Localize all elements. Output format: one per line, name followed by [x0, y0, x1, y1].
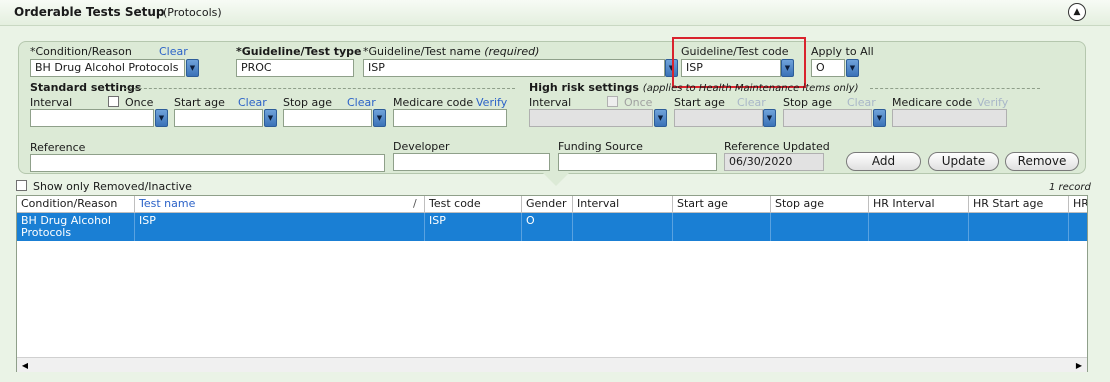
std-start-age-label: Start age [174, 96, 225, 109]
condition-label: *Condition/Reason [30, 45, 132, 58]
std-once-label: Once [125, 96, 154, 109]
test-name-input[interactable]: ISP [363, 59, 665, 77]
horizontal-scrollbar[interactable]: ◀ ▶ [17, 357, 1087, 372]
condition-clear-link[interactable]: Clear [159, 45, 188, 58]
std-stop-age-label: Stop age [283, 96, 332, 109]
col-header-hr-interval[interactable]: HR Interval [869, 196, 969, 213]
test-name-label: *Guideline/Test name (required) [363, 45, 540, 58]
std-stop-age-select[interactable] [283, 109, 372, 127]
hr-stop-age-select[interactable] [783, 109, 872, 127]
hr-start-age-select[interactable] [674, 109, 763, 127]
col-header-interval[interactable]: Interval [573, 196, 673, 213]
col-header-stop-age[interactable]: Stop age [771, 196, 869, 213]
chevron-down-icon[interactable]: ▼ [781, 59, 794, 77]
std-medicare-input[interactable] [393, 109, 507, 127]
col-header-hr-start-age[interactable]: HR Start age [969, 196, 1069, 213]
chevron-down-icon[interactable]: ▼ [654, 109, 667, 127]
ref-updated-field: 06/30/2020 [724, 153, 824, 171]
hr-medicare-label: Medicare code [892, 96, 973, 109]
remove-button[interactable]: Remove [1005, 152, 1079, 171]
show-removed-label: Show only Removed/Inactive [33, 180, 192, 193]
cell-test-name: ISP [135, 213, 425, 241]
high-risk-note: (applies to Health Maintenance items onl… [642, 83, 859, 94]
record-count: 1 record [1049, 182, 1091, 193]
cell-interval [573, 213, 673, 241]
condition-select[interactable]: BH Drug Alcohol Protocols [30, 59, 185, 77]
arrow-left-icon[interactable]: ◀ [18, 359, 32, 372]
chevron-down-icon[interactable]: ▼ [155, 109, 168, 127]
apply-all-select[interactable]: O [811, 59, 845, 77]
cell-hr-start-age [969, 213, 1069, 241]
collapse-icon[interactable]: ▲ [1068, 3, 1086, 21]
high-risk-separator [870, 88, 1040, 89]
developer-input[interactable] [393, 153, 550, 171]
col-header-condition[interactable]: Condition/Reason [17, 196, 135, 213]
hr-once-checkbox[interactable] [607, 96, 618, 107]
show-removed-checkbox[interactable] [16, 180, 27, 191]
update-button[interactable]: Update [928, 152, 999, 171]
hr-stop-age-label: Stop age [783, 96, 832, 109]
developer-label: Developer [393, 140, 450, 153]
chevron-down-icon[interactable]: ▼ [373, 109, 386, 127]
hr-medicare-input[interactable] [892, 109, 1007, 127]
col-header-test-code[interactable]: Test code [425, 196, 522, 213]
cell-gender: O [522, 213, 573, 241]
col-header-gender[interactable]: Gender [522, 196, 573, 213]
hr-interval-label: Interval [529, 96, 572, 109]
col-header-hr[interactable]: HR [1069, 196, 1087, 213]
ref-updated-label: Reference Updated [724, 140, 830, 153]
funding-label: Funding Source [558, 140, 643, 153]
hr-start-clear-link[interactable]: Clear [737, 96, 766, 109]
hr-interval-select[interactable] [529, 109, 653, 127]
standard-separator [124, 88, 515, 89]
panel-notch [542, 172, 570, 186]
add-button[interactable]: Add [846, 152, 921, 171]
test-name-required-hint: (required) [484, 45, 540, 58]
cell-test-code: ISP [425, 213, 522, 241]
std-stop-clear-link[interactable]: Clear [347, 96, 376, 109]
hr-start-age-label: Start age [674, 96, 725, 109]
col-header-start-age[interactable]: Start age [673, 196, 771, 213]
std-verify-link[interactable]: Verify [476, 96, 507, 109]
page-title: Orderable Tests Setup [14, 5, 165, 19]
apply-all-label: Apply to All [811, 45, 874, 58]
chevron-down-icon[interactable]: ▼ [873, 109, 886, 127]
std-interval-label: Interval [30, 96, 73, 109]
std-start-age-select[interactable] [174, 109, 263, 127]
std-once-checkbox[interactable] [108, 96, 119, 107]
chevron-down-icon[interactable]: ▼ [186, 59, 199, 77]
cell-start-age [673, 213, 771, 241]
hr-stop-clear-link[interactable]: Clear [847, 96, 876, 109]
header-bar: Orderable Tests Setup (Protocols) ▲ [0, 0, 1110, 26]
cell-hr-interval [869, 213, 969, 241]
col-header-test-name[interactable]: Test name / [135, 196, 425, 213]
std-interval-select[interactable] [30, 109, 154, 127]
hr-verify-link[interactable]: Verify [977, 96, 1008, 109]
high-risk-title: High risk settings (applies to Health Ma… [529, 81, 859, 94]
funding-input[interactable] [558, 153, 717, 171]
chevron-down-icon[interactable]: ▼ [846, 59, 859, 77]
arrow-right-icon[interactable]: ▶ [1072, 359, 1086, 372]
results-grid: Condition/Reason Test name / Test code Ge… [16, 195, 1088, 372]
cell-stop-age [771, 213, 869, 241]
chevron-down-icon[interactable]: ▼ [763, 109, 776, 127]
page-subtitle: (Protocols) [163, 6, 222, 19]
reference-label: Reference [30, 141, 86, 154]
reference-input[interactable] [30, 154, 385, 172]
cell-hr [1069, 213, 1087, 241]
chevron-down-icon[interactable]: ▼ [264, 109, 277, 127]
test-code-input[interactable]: ISP [681, 59, 781, 77]
cell-condition: BH Drug Alcohol Protocols [17, 213, 135, 241]
std-start-clear-link[interactable]: Clear [238, 96, 267, 109]
sort-icon: / [413, 197, 417, 210]
std-medicare-label: Medicare code [393, 96, 474, 109]
test-type-label: *Guideline/Test type [236, 45, 362, 58]
test-type-field[interactable]: PROC [236, 59, 354, 77]
hr-once-label: Once [624, 96, 653, 109]
